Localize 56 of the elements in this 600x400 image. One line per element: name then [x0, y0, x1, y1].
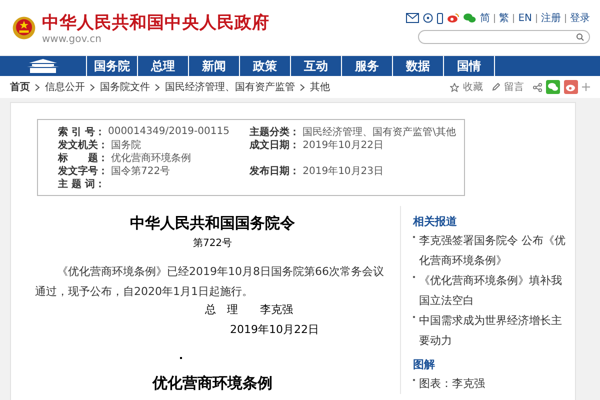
building-icon[interactable]	[26, 59, 60, 73]
signer-name: 李克强	[260, 302, 293, 317]
header-link[interactable]: 登录	[565, 14, 590, 22]
header-link[interactable]: 简	[480, 11, 490, 25]
article-title: 中华人民共和国国务院令	[130, 214, 295, 233]
search-icon[interactable]	[576, 33, 584, 41]
meta-value: 国民经济管理、国有资产监管\其他	[302, 126, 456, 138]
meta-label: 主 题 词：	[58, 177, 105, 190]
meta-value: 国令第722号	[111, 164, 170, 178]
share-icon[interactable]	[533, 82, 542, 92]
chevron-icon	[155, 84, 160, 90]
signer-title: 总 理	[205, 302, 238, 317]
mail-icon[interactable]	[406, 13, 420, 23]
chevron-icon	[90, 84, 95, 90]
meta-value: 国务院	[111, 138, 141, 152]
phone-icon[interactable]	[437, 12, 444, 24]
meta-label: 发文机关：	[58, 138, 108, 152]
comment-link[interactable]: 留言	[504, 80, 524, 94]
meta-value: 优化营商环境条例	[111, 152, 191, 164]
pencil-icon[interactable]	[492, 83, 500, 91]
breadcrumb-link[interactable]: 信息公开	[45, 80, 85, 94]
meta-label: 发文字号：	[58, 164, 108, 178]
meta-label: 索 引 号：	[58, 126, 105, 138]
plus-icon[interactable]	[582, 83, 590, 91]
breadcrumb-link[interactable]: 国务院文件	[100, 80, 150, 94]
header-link[interactable]: EN	[513, 14, 532, 22]
related-link[interactable]: 中国需求成为世界经济增长主要动力	[419, 311, 567, 351]
meta-label: 发布日期：	[250, 164, 300, 178]
order-number: 第722号	[192, 237, 232, 250]
breadcrumb-link[interactable]: 首页	[10, 80, 30, 94]
meta-value: 000014349/2019-00115	[108, 126, 230, 137]
meta-label: 主题分类：	[250, 125, 300, 138]
favorite-link[interactable]: 收藏	[463, 80, 483, 94]
breadcrumb-link[interactable]: 其他	[310, 80, 330, 94]
related-link[interactable]: 图表：李克强	[419, 374, 485, 394]
meta-value: 2019年10月23日	[302, 164, 384, 178]
related-link[interactable]: 李克强签署国务院令 公布《优化营商环境条例》	[419, 231, 567, 271]
site-domain: www.gov.cn	[42, 34, 102, 44]
chevron-icon	[300, 84, 305, 90]
chevron-icon	[35, 84, 40, 90]
article-paragraph: 《优化营商环境条例》已经2019年10月8日国务院第66次常务会议通过，现予公布，自2020年1月1日起施行。	[35, 264, 385, 300]
meta-label: 标 题：	[58, 152, 108, 164]
sidebar-heading: 相关报道	[413, 214, 458, 229]
search-field[interactable]	[418, 30, 590, 44]
meta-label: 成文日期：	[250, 138, 300, 152]
header-link[interactable]: 注册	[536, 14, 561, 22]
emblem-icon	[12, 16, 36, 40]
header-link[interactable]: 繁	[494, 14, 510, 22]
related-link[interactable]: 《优化营商环境条例》填补我国立法空白	[419, 271, 567, 311]
meta-value: 2019年10月22日	[302, 138, 384, 152]
sidebar-heading: 图解	[413, 357, 436, 372]
article-date: 2019年10月22日	[230, 322, 319, 337]
site-name: 中华人民共和国中央人民政府	[42, 12, 270, 34]
regulation-title: 优化营商环境条例	[152, 374, 272, 393]
star-icon[interactable]	[450, 82, 459, 92]
breadcrumb-link[interactable]: 国民经济管理、国有资产监管	[165, 80, 295, 94]
